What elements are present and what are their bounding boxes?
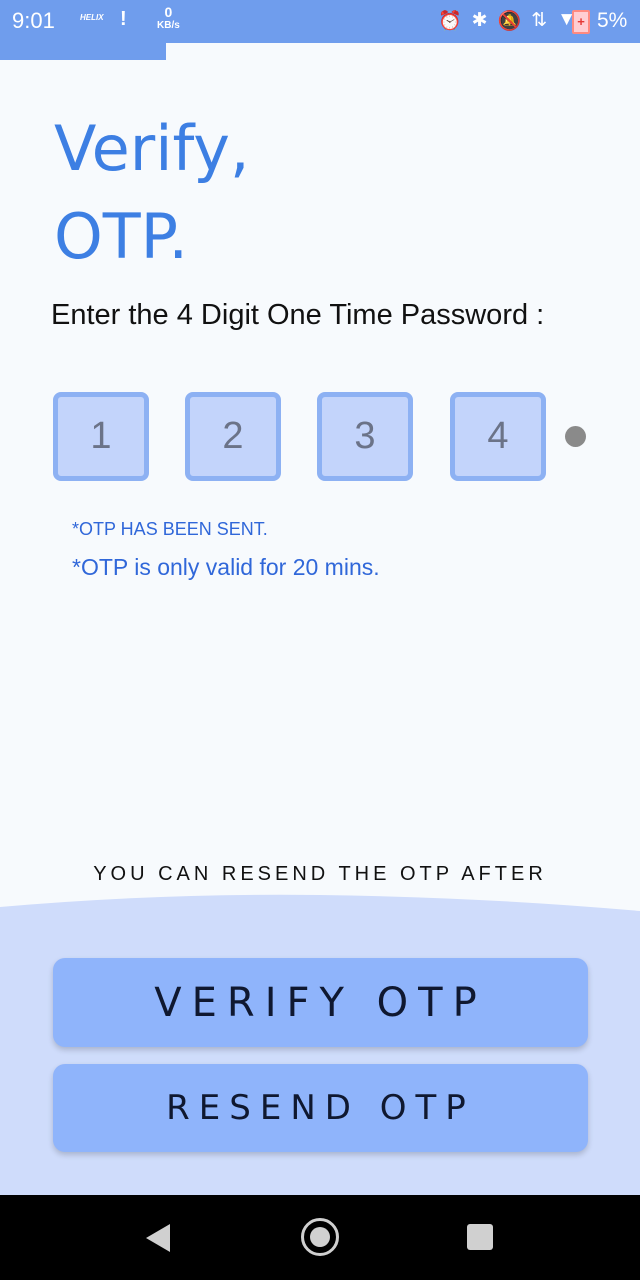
battery-icon: + (572, 10, 590, 34)
page-title: Verify, (54, 112, 250, 185)
alarm-icon: ⏰ (438, 11, 462, 32)
progress-bar (0, 43, 166, 60)
page-title-line-2: OTP. (54, 200, 189, 273)
verify-otp-button[interactable]: VERIFY OTP (53, 958, 588, 1047)
otp-digit-4[interactable]: 4 (450, 392, 546, 481)
otp-sent-notice: *OTP HAS BEEN SENT. (72, 519, 268, 539)
carrier-logo: HELIX (80, 13, 104, 22)
recent-apps-icon[interactable] (467, 1224, 493, 1250)
otp-prompt: Enter the 4 Digit One Time Password : (51, 299, 545, 331)
battery-percent: 5% (597, 9, 628, 32)
status-time: 9:01 (12, 8, 55, 33)
status-bar: 9:01 HELIX ! 0 KB/s ⏰ ✱ 🔕 ⇅ ▼ + 5% (0, 0, 640, 43)
network-speed: 0 KB/s (157, 4, 180, 32)
bluetooth-icon: ✱ (471, 10, 488, 31)
resend-otp-button[interactable]: RESEND OTP (53, 1064, 588, 1152)
resend-countdown-label: YOU CAN RESEND THE OTP AFTER (93, 863, 547, 885)
status-dot (565, 426, 586, 447)
network-speed-value: 0 (164, 4, 173, 20)
data-arrows-icon: ⇅ (531, 10, 548, 31)
otp-validity-notice: *OTP is only valid for 20 mins. (72, 554, 380, 580)
otp-digit-1[interactable]: 1 (53, 392, 149, 481)
home-icon[interactable] (301, 1218, 339, 1256)
network-speed-unit: KB/s (157, 20, 180, 31)
otp-digit-2[interactable]: 2 (185, 392, 281, 481)
notifications-off-icon: 🔕 (497, 11, 522, 32)
back-icon[interactable] (146, 1224, 170, 1252)
otp-digit-3[interactable]: 3 (317, 392, 413, 481)
alert-icon: ! (120, 8, 127, 30)
